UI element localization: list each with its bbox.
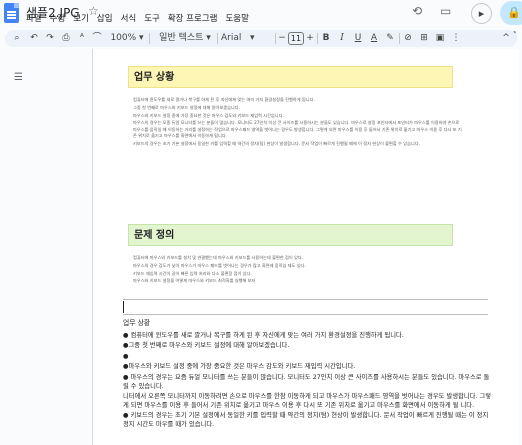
menu-insert[interactable]: 삽입	[97, 12, 113, 26]
paragraph: ●그중 첫 번째로 마우스와 키보드 설정에 대해 알아보겠습니다.	[123, 342, 290, 350]
toolbar-divider	[149, 33, 150, 44]
underline-button[interactable]: U	[353, 30, 363, 47]
redo-icon[interactable]: ↷	[44, 30, 56, 47]
toolbar: ⌕ ↶ ↷ ⎙ ᴬ ⌒ 100% ▾ 일반 텍스트 ▾ Arial ▾ − 11…	[5, 30, 517, 47]
section-heading: 문제 정의	[128, 224, 453, 246]
toolbar-divider	[399, 33, 400, 44]
italic-button[interactable]: I	[337, 30, 347, 47]
paragraph: 니터에서 오른쪽 모니터까지 이동하려면 손으로 마우스를 한참 이동하게 되고…	[123, 393, 492, 409]
menu-bar: 파일 수정 보기 삽입 서식 도구 확장 프로그램 도움말	[26, 12, 257, 26]
list-item: 마우스의 경우 감도가 낮아 마우스가 마우스 패드를 벗어나는 경우가 많고 …	[133, 262, 306, 268]
menu-format[interactable]: 서식	[121, 12, 137, 26]
paragraph: ● 컴퓨터에 윈도우를 새로 깔거나 복구를 하게 된 후 자신에게 맞는 여러…	[123, 331, 404, 339]
bold-button[interactable]: B	[321, 30, 331, 47]
link-icon[interactable]: ⊘	[403, 30, 413, 47]
list-item: 키보드의 경우는 초기 기본 설정에서 동일한 키를 입력할 때 약간의 정지(…	[133, 140, 420, 146]
paragraph: ● 마우스의 경우는 요즘 듀얼 모니터를 쓰는 분들이 많습니다. 모니터도 …	[123, 373, 490, 390]
style-select[interactable]: 일반 텍스트 ▾	[155, 30, 215, 47]
section-heading: 업무 상황	[128, 66, 453, 88]
highlight-icon[interactable]: ✎	[385, 30, 395, 47]
text-color-button[interactable]: A	[369, 30, 379, 47]
menu-edit[interactable]: 수정	[50, 12, 66, 26]
zoom-select[interactable]: 100% ▾	[107, 30, 147, 47]
undo-icon[interactable]: ↶	[28, 30, 40, 47]
menu-tools[interactable]: 도구	[144, 12, 160, 26]
insert-image-icon[interactable]: ▣	[435, 30, 445, 47]
list-item: 마우스와 키보드 설정 중에 가장 중요한 것은 마우스 감도와 키보드 재입력…	[133, 112, 284, 118]
paragraph: ● 키보드의 경우는 초기 기본 설정에서 동일한 키를 입력할 때 약간의 정…	[123, 412, 489, 428]
horizontal-rule	[123, 314, 488, 315]
list-item: 마우스의 경우는 모종 듀얼 모니터를 쓰는 분들이 많습니다. 모니터도 27…	[133, 120, 462, 138]
horizontal-rule	[123, 299, 488, 300]
menu-extensions[interactable]: 확장 프로그램	[168, 12, 218, 26]
decrease-font-size-button[interactable]: −	[277, 30, 287, 47]
collapse-toolbar-icon[interactable]: ^	[501, 30, 511, 47]
menu-help[interactable]: 도움말	[225, 12, 248, 26]
font-select[interactable]: Arial ▾	[221, 30, 273, 47]
document-body-text[interactable]: 업무 상황 ● 컴퓨터에 윈도우를 새로 깔거나 복구를 하게 된 후 자신에게…	[123, 319, 493, 432]
font-size-input[interactable]: 11	[288, 32, 304, 45]
share-button[interactable]: 🔒공	[500, 1, 522, 43]
list-item: 컴퓨터에 마우스와 키보드를 설치 및 연결했는데 마우스와 키보드를 사용하는…	[133, 255, 304, 260]
menu-view[interactable]: 보기	[73, 12, 89, 26]
section-bullets: 컴퓨터에 마우스와 키보드를 설치 및 연결했는데 마우스와 키보드를 사용하는…	[133, 255, 463, 286]
list-item: 그중 첫 번째로 마우스와 키보드 설정에 대해 알아보겠습니다.	[133, 104, 240, 110]
comment-icon[interactable]: ▭	[440, 4, 451, 18]
paint-format-icon[interactable]: ⌒	[91, 30, 103, 47]
video-icon[interactable]: ▸	[471, 3, 492, 24]
more-options-icon[interactable]: ⋮	[451, 30, 461, 47]
search-menus-icon[interactable]: ⌕	[11, 30, 23, 47]
spellcheck-icon[interactable]: ᴬ	[76, 30, 88, 47]
list-item: 컴퓨터에 윈도우를 새로 깔거나 복구를 하게 된 후 자신에게 맞는 여러 가…	[133, 97, 315, 102]
text-cursor	[123, 301, 124, 313]
list-item: 마우스와 키보드 설정을 어떻게 마우스와 키보드 최적화를 실행해 보자	[133, 278, 256, 284]
increase-font-size-button[interactable]: +	[305, 30, 315, 47]
toolbar-divider	[317, 33, 318, 44]
list-item: 키보드 재입력 시간이 길어 빠른 입력 처리와 다소 불편함 점이 있다.	[133, 270, 252, 276]
document-page[interactable]: 업무 상황 컴퓨터에 윈도우를 새로 깔거나 복구를 하게 된 후 자신에게 맞…	[92, 49, 519, 445]
section-bullets: 컴퓨터에 윈도우를 새로 깔거나 복구를 하게 된 후 자신에게 맞는 여러 가…	[133, 97, 463, 148]
docs-logo-icon[interactable]	[4, 3, 19, 23]
toolbar-divider	[275, 33, 276, 44]
paragraph: ●마우스와 키보드 설정 중에 가장 중요한 것은 마우스 감도와 키보드 재입…	[123, 363, 356, 371]
history-icon[interactable]: ⟲	[412, 4, 422, 18]
paragraph-heading: 업무 상황	[123, 319, 151, 327]
document-outline-icon[interactable]: ☰	[14, 72, 23, 83]
paragraph: ●	[123, 352, 129, 360]
add-comment-icon[interactable]: ⊞	[419, 30, 429, 47]
menu-file[interactable]: 파일	[26, 12, 42, 26]
print-icon[interactable]: ⎙	[60, 30, 72, 47]
toolbar-divider	[217, 33, 218, 44]
